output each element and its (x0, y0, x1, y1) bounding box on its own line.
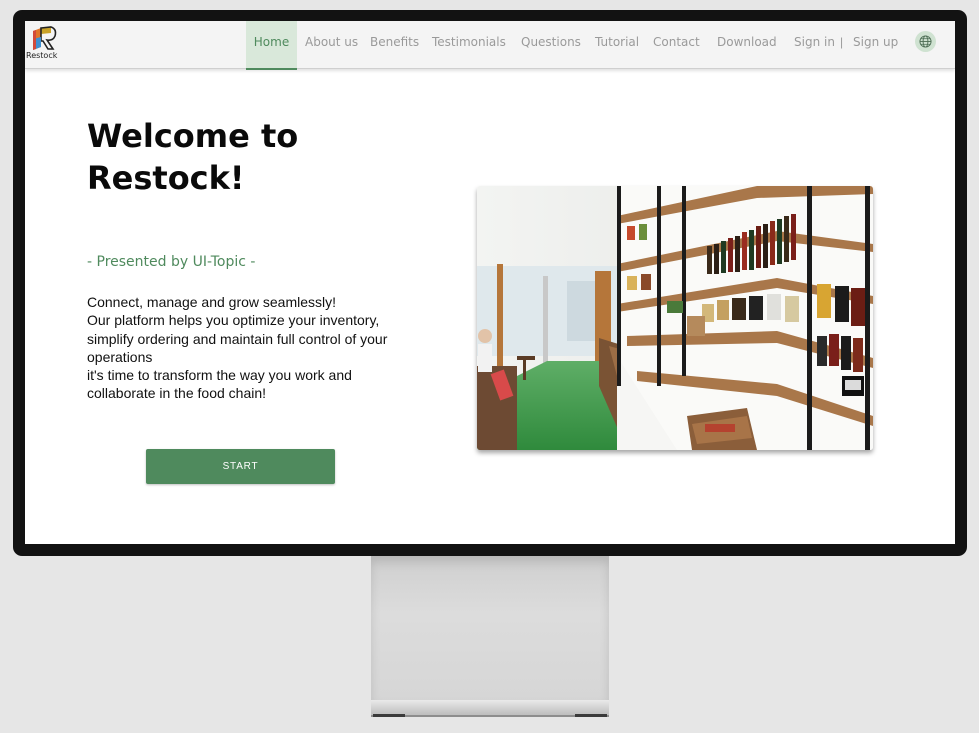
hero-subtitle: - Presented by UI-Topic - (87, 254, 256, 270)
start-button[interactable]: START (146, 449, 335, 484)
sign-in-link[interactable]: Sign in (794, 21, 835, 68)
hero-title-line2: Restock! (87, 159, 245, 197)
hero-description-line: it's time to transform the way you work … (87, 367, 352, 384)
hero-description-line: Our platform helps you optimize your inv… (87, 312, 380, 329)
hero-description-line: simplify ordering and maintain full cont… (87, 330, 388, 347)
nav-tutorial[interactable]: Tutorial (595, 21, 639, 68)
monitor-frame: Restock Home About us Benefits Testimoni… (13, 10, 967, 556)
nav-home[interactable]: Home (246, 21, 297, 70)
globe-icon (919, 35, 932, 48)
nav-contact[interactable]: Contact (653, 21, 700, 68)
store-interior-illustration (477, 186, 873, 450)
logo-text: Restock (26, 51, 58, 60)
nav-questions[interactable]: Questions (521, 21, 581, 68)
hero-description-line: collaborate in the food chain! (87, 385, 267, 402)
navbar: Restock Home About us Benefits Testimoni… (25, 21, 955, 70)
hero-title-line1: Welcome to (87, 117, 299, 155)
hero-description-line: Connect, manage and grow seamlessly! (87, 294, 337, 310)
hero-title: Welcome to Restock! (87, 115, 387, 199)
monitor-stand-foot (371, 700, 609, 717)
hero-store-image (477, 186, 873, 450)
screen: Restock Home About us Benefits Testimoni… (25, 21, 955, 544)
language-button[interactable] (915, 31, 936, 52)
nav-benefits[interactable]: Benefits (370, 21, 419, 68)
hero-description-line: operations (87, 348, 153, 365)
nav-about-us[interactable]: About us (305, 21, 358, 68)
hero-description: Connect, manage and grow seamlessly! Our… (87, 293, 427, 403)
nav-download[interactable]: Download (717, 21, 777, 68)
nav-separator: | (840, 35, 844, 49)
nav-testimonials[interactable]: Testimonials (432, 21, 506, 68)
monitor-stand (371, 556, 609, 700)
sign-up-link[interactable]: Sign up (853, 21, 898, 68)
